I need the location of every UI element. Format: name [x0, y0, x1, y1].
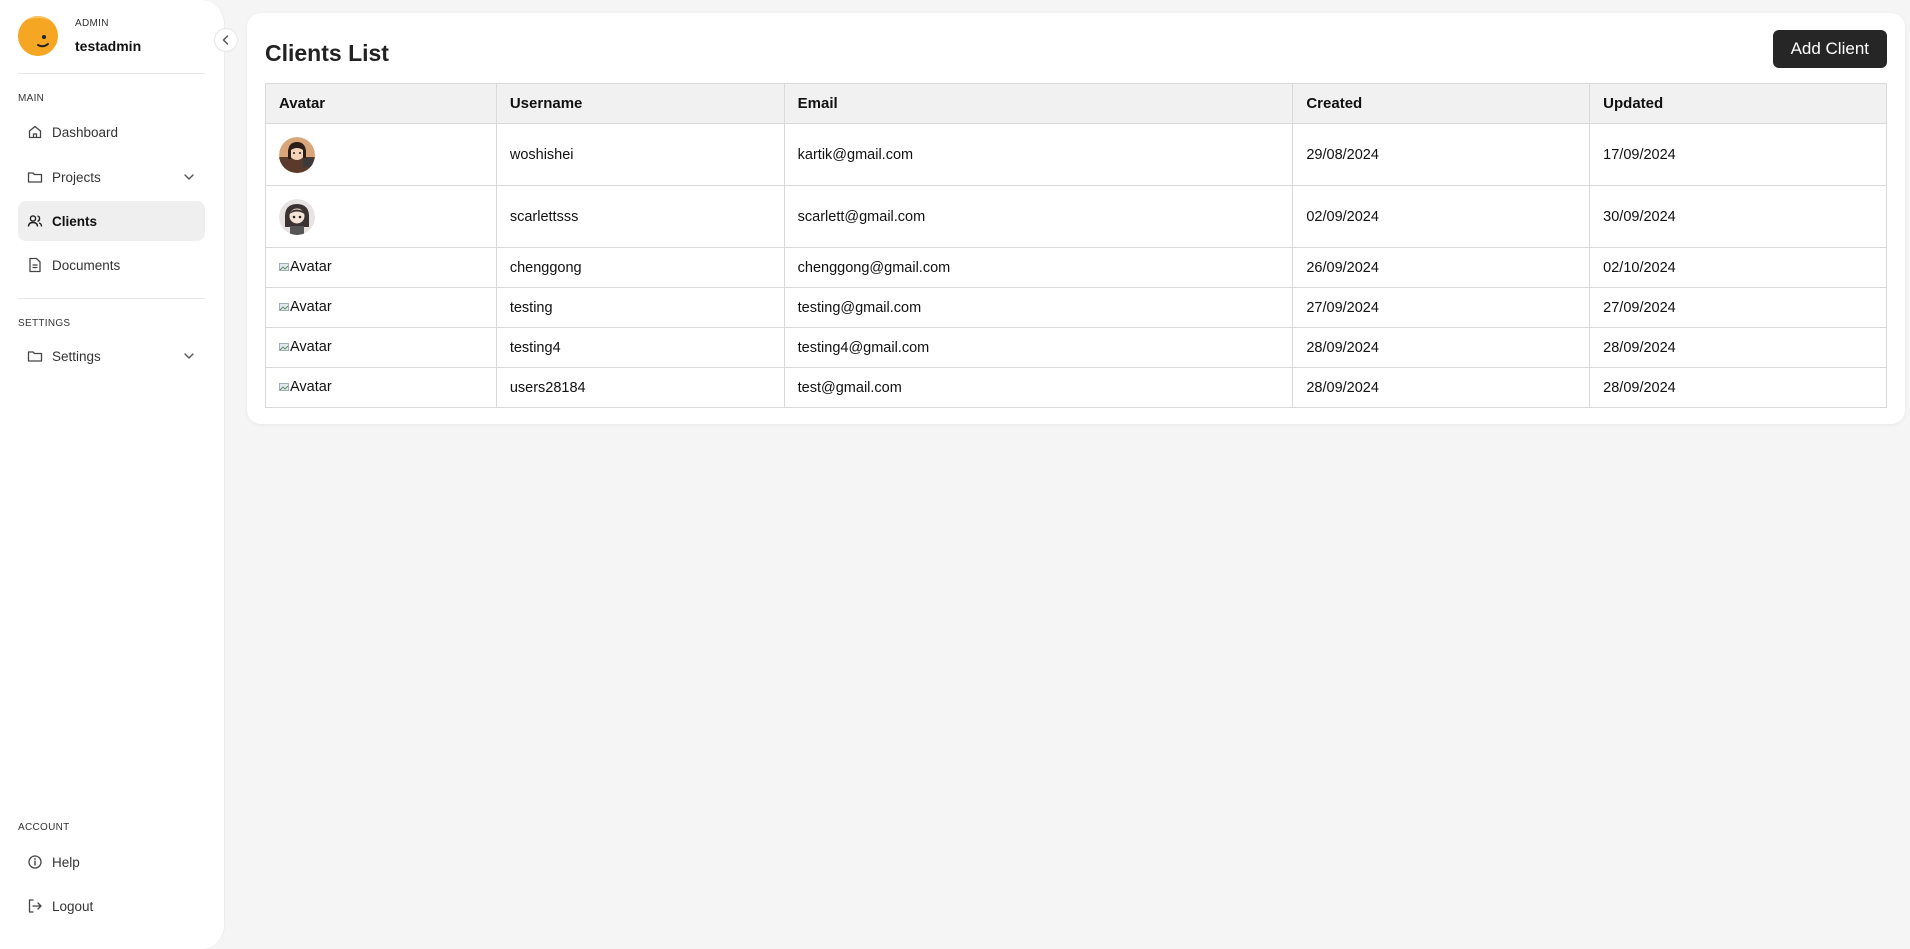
client-avatar-image [279, 198, 315, 235]
cell-created: 28/09/2024 [1292, 327, 1591, 368]
broken-image-icon [279, 263, 289, 271]
column-header-updated: Updated [1589, 83, 1887, 124]
info-icon [27, 854, 43, 870]
cell-username: testing4 [495, 327, 785, 368]
cell-updated: 02/10/2024 [1589, 247, 1887, 288]
sidebar-item-dashboard[interactable]: Dashboard [18, 112, 205, 152]
table-row[interactable]: Avatar chenggong chenggong@gmail.com 26/… [265, 247, 1887, 288]
section-label-settings: SETTINGS [18, 318, 71, 329]
table-row[interactable]: woshishei kartik@gmail.com 29/08/2024 17… [265, 123, 1887, 186]
sidebar-item-label: Projects [52, 169, 101, 185]
cell-updated: 28/09/2024 [1589, 327, 1887, 368]
cell-email: testing4@gmail.com [783, 327, 1294, 368]
sidebar: ADMIN testadmin MAIN Dashboard Projects … [0, 0, 238, 949]
user-name: testadmin [75, 38, 142, 54]
cell-email: scarlett@gmail.com [783, 185, 1294, 248]
cell-updated: 30/09/2024 [1589, 185, 1887, 248]
column-header-avatar: Avatar [265, 83, 497, 124]
users-icon [27, 213, 43, 229]
table-row[interactable]: Avatar users28184 test@gmail.com 28/09/2… [265, 367, 1887, 408]
sidebar-item-label: Documents [52, 257, 121, 273]
cell-email: test@gmail.com [783, 367, 1294, 408]
table-header-row: Avatar Username Email Created Updated [265, 83, 1887, 124]
sidebar-item-label: Clients [52, 213, 98, 229]
broken-image-icon [279, 303, 289, 311]
client-avatar-broken: Avatar [279, 339, 332, 355]
folder-icon [27, 169, 43, 185]
cell-created: 27/09/2024 [1292, 287, 1591, 328]
avatar-alt-text: Avatar [290, 259, 332, 275]
section-label-account: ACCOUNT [18, 822, 70, 833]
page-title: Clients List [265, 40, 389, 66]
sidebar-item-documents[interactable]: Documents [18, 245, 205, 285]
client-avatar-broken: Avatar [279, 259, 332, 275]
folder-icon [27, 348, 43, 364]
sidebar-item-help[interactable]: Help [18, 842, 205, 882]
divider [18, 73, 205, 74]
cell-username: woshishei [495, 123, 785, 186]
sidebar-item-settings[interactable]: Settings [18, 336, 205, 376]
client-avatar-image [279, 136, 315, 173]
column-header-username: Username [495, 83, 785, 124]
sidebar-item-label: Help [52, 854, 80, 870]
divider [18, 298, 205, 299]
document-icon [27, 257, 43, 273]
sidebar-item-label: Settings [52, 348, 101, 364]
cell-updated: 17/09/2024 [1589, 123, 1887, 186]
collapse-sidebar-button[interactable] [214, 28, 238, 52]
sidebar-item-projects[interactable]: Projects [18, 157, 205, 197]
user-role: ADMIN [75, 18, 109, 29]
avatar-alt-text: Avatar [290, 339, 332, 355]
cell-updated: 28/09/2024 [1589, 367, 1887, 408]
chevron-down-icon [184, 174, 194, 180]
chevron-down-icon [184, 353, 194, 359]
broken-image-icon [279, 343, 289, 351]
cell-created: 02/09/2024 [1292, 185, 1591, 248]
sidebar-item-label: Logout [52, 898, 94, 914]
broken-image-icon [279, 383, 289, 391]
cell-updated: 27/09/2024 [1589, 287, 1887, 328]
sidebar-item-logout[interactable]: Logout [18, 886, 205, 926]
cell-created: 28/09/2024 [1292, 367, 1591, 408]
cell-email: chenggong@gmail.com [783, 247, 1294, 288]
avatar-alt-text: Avatar [290, 379, 332, 395]
chevron-left-icon [222, 35, 229, 45]
home-icon [27, 124, 43, 140]
client-avatar-broken: Avatar [279, 379, 332, 395]
avatar [18, 16, 58, 56]
column-header-email: Email [783, 83, 1294, 124]
sidebar-item-clients[interactable]: Clients [18, 201, 205, 241]
cell-email: kartik@gmail.com [783, 123, 1294, 186]
cell-username: testing [495, 287, 785, 328]
avatar-alt-text: Avatar [290, 299, 332, 315]
table-row[interactable]: Avatar testing4 testing4@gmail.com 28/09… [265, 327, 1887, 368]
clients-table: Avatar Username Email Created Updated wo… [265, 83, 1887, 408]
cell-created: 29/08/2024 [1292, 123, 1591, 186]
cell-email: testing@gmail.com [783, 287, 1294, 328]
sidebar-item-label: Dashboard [52, 124, 119, 140]
section-label-main: MAIN [18, 93, 45, 104]
cell-username: chenggong [495, 247, 785, 288]
clients-card: Clients List Add Client Avatar Username … [247, 13, 1905, 424]
user-profile[interactable]: ADMIN testadmin [18, 16, 141, 56]
table-row[interactable]: scarlettsss scarlett@gmail.com 02/09/202… [265, 185, 1887, 248]
cell-username: scarlettsss [495, 185, 785, 248]
cell-username: users28184 [495, 367, 785, 408]
cell-created: 26/09/2024 [1292, 247, 1591, 288]
add-client-button[interactable]: Add Client [1772, 30, 1887, 68]
logout-icon [27, 898, 43, 914]
table-row[interactable]: Avatar testing testing@gmail.com 27/09/2… [265, 287, 1887, 328]
client-avatar-broken: Avatar [279, 299, 332, 315]
column-header-created: Created [1292, 83, 1591, 124]
